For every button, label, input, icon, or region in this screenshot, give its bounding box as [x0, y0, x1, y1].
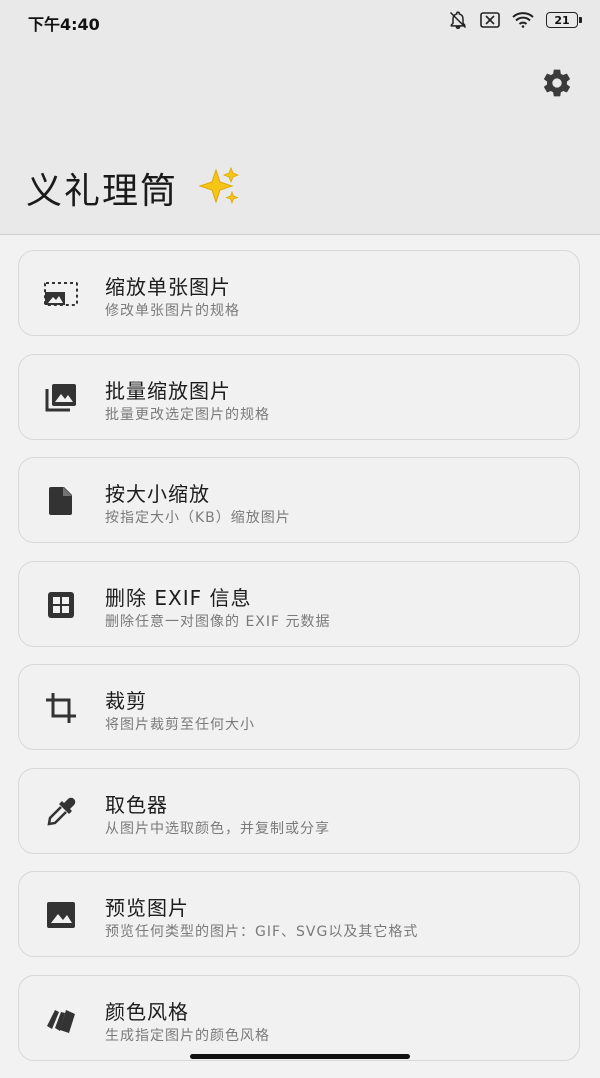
- card-title: 缩放单张图片: [105, 275, 231, 299]
- card-subtitle: 将图片裁剪至任何大小: [105, 717, 255, 733]
- photo-size-select-icon: [41, 276, 81, 312]
- eyedropper-icon: [41, 794, 81, 830]
- card-remove-exif[interactable]: 删除 EXIF 信息 删除任意一对图像的 EXIF 元数据: [18, 560, 580, 647]
- card-resize-single[interactable]: 缩放单张图片 修改单张图片的规格: [18, 250, 580, 336]
- card-title: 裁剪: [105, 689, 147, 713]
- card-title: 预览图片: [105, 896, 189, 920]
- card-color-palette[interactable]: 颜色风格 生成指定图片的颜色风格: [18, 974, 580, 1061]
- photo-library-icon: [41, 380, 81, 416]
- battery-indicator: 21: [546, 12, 582, 28]
- crop-icon: [41, 690, 81, 726]
- card-subtitle: 预览任何类型的图片：GIF、SVG以及其它格式: [105, 924, 419, 940]
- palette-swatch-icon: [41, 1001, 81, 1037]
- card-subtitle: 生成指定图片的颜色风格: [105, 1027, 270, 1044]
- feature-list: 缩放单张图片 修改单张图片的规格 批量缩放图片 批量更改选定图片的规格 按大小缩…: [18, 250, 582, 1078]
- gear-icon: [541, 67, 573, 103]
- card-title: 批量缩放图片: [105, 378, 231, 403]
- status-time: 下午4:40: [28, 15, 100, 34]
- card-subtitle: 按指定大小（KB）缩放图片: [105, 510, 291, 526]
- card-subtitle: 删除任意一对图像的 EXIF 元数据: [105, 613, 331, 630]
- app-header: 下午4:40 21 义礼理筒: [0, 0, 600, 235]
- sparkles-icon: [196, 166, 240, 210]
- file-icon: [41, 483, 81, 519]
- card-crop[interactable]: 裁剪 将图片裁剪至任何大小: [18, 664, 580, 750]
- card-preview-image[interactable]: 预览图片 预览任何类型的图片：GIF、SVG以及其它格式: [18, 871, 580, 957]
- card-title: 颜色风格: [105, 999, 189, 1024]
- sim-off-icon: [480, 12, 500, 28]
- card-subtitle: 修改单张图片的规格: [105, 303, 240, 319]
- card-batch-resize[interactable]: 批量缩放图片 批量更改选定图片的规格: [18, 353, 580, 440]
- card-title: 按大小缩放: [105, 482, 210, 506]
- page-title: 义礼理筒: [26, 171, 179, 212]
- card-subtitle: 从图片中选取颜色，并复制或分享: [105, 820, 330, 837]
- wifi-icon: [512, 12, 534, 28]
- card-subtitle: 批量更改选定图片的规格: [105, 406, 270, 423]
- card-color-picker[interactable]: 取色器 从图片中选取颜色，并复制或分享: [18, 767, 580, 854]
- home-indicator[interactable]: [190, 1054, 410, 1059]
- image-icon: [41, 897, 81, 933]
- status-icons: 21: [448, 10, 582, 30]
- card-resize-by-size[interactable]: 按大小缩放 按指定大小（KB）缩放图片: [18, 457, 580, 543]
- mute-bell-icon: [448, 10, 468, 30]
- status-bar: 下午4:40 21: [0, 0, 600, 44]
- card-title: 删除 EXIF 信息: [105, 585, 252, 610]
- settings-button[interactable]: [538, 66, 576, 104]
- grid-icon: [41, 587, 81, 623]
- title-row: 义礼理筒: [26, 162, 240, 214]
- card-title: 取色器: [105, 792, 168, 817]
